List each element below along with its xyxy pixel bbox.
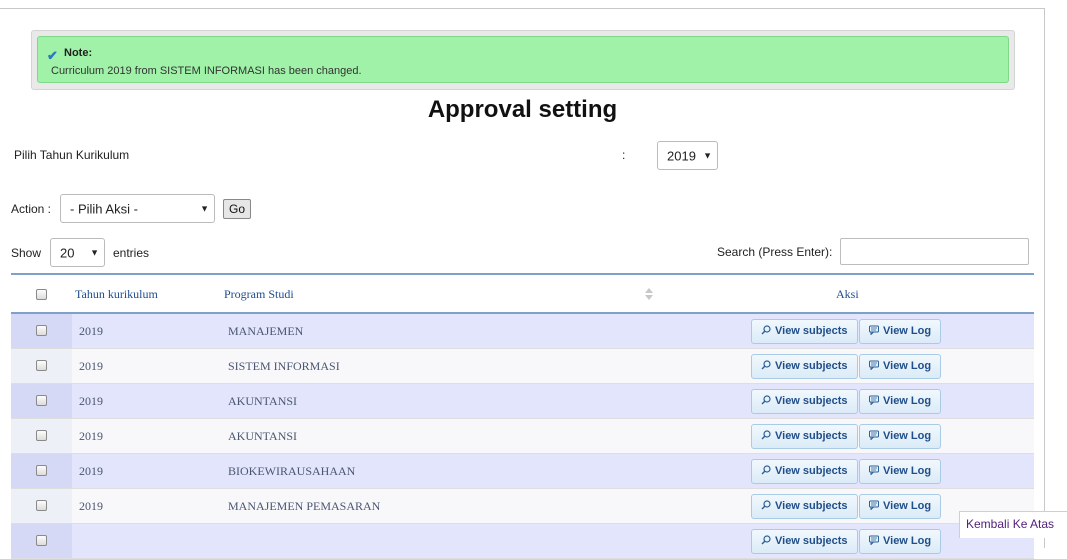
column-header-action: Aksi [836, 287, 859, 301]
year-select[interactable]: 2019 ▼ [657, 141, 718, 170]
view-subjects-button[interactable]: View subjects [751, 459, 858, 484]
search-icon [761, 500, 771, 510]
view-subjects-button[interactable]: View subjects [751, 424, 858, 449]
row-checkbox[interactable] [36, 360, 47, 371]
view-subjects-button[interactable]: View subjects [751, 319, 858, 344]
row-checkbox[interactable] [36, 395, 47, 406]
view-log-label: View Log [883, 395, 932, 407]
comment-icon [869, 430, 879, 441]
year-filter-label: Pilih Tahun Kurikulum [14, 148, 130, 162]
check-icon: ✔ [47, 48, 58, 63]
view-log-button[interactable]: View Log [859, 319, 941, 344]
row-program: MANAJEMEN PEMASARAN [228, 499, 381, 513]
view-subjects-label: View subjects [775, 360, 848, 372]
comment-icon [869, 325, 879, 336]
table-row: View subjects View Log [11, 524, 1034, 559]
row-checkbox[interactable] [36, 535, 47, 546]
approval-table: Tahun kurikulum Program Studi Aksi 2019 M… [11, 273, 1034, 559]
action-label: Action : [11, 202, 52, 216]
chevron-down-icon: ▼ [90, 247, 99, 257]
row-year: 2019 [79, 499, 103, 513]
row-checkbox[interactable] [36, 465, 47, 476]
search-icon [761, 325, 771, 335]
table-row: 2019 SISTEM INFORMASI View subjects View Lo… [11, 349, 1034, 384]
table-row: 2019 AKUNTANSI View subjects View Log [11, 384, 1034, 419]
entries-select-value: 20 [60, 245, 75, 260]
search-icon [761, 465, 771, 475]
view-log-label: View Log [883, 325, 932, 337]
back-to-top-link[interactable]: Kembali Ke Atas [959, 511, 1067, 538]
comment-icon [869, 465, 879, 476]
search-label: Search (Press Enter): [717, 245, 833, 259]
sort-icon[interactable] [644, 287, 654, 301]
view-subjects-button[interactable]: View subjects [751, 354, 858, 379]
view-log-button[interactable]: View Log [859, 529, 941, 554]
entries-select[interactable]: 20 ▼ [50, 238, 105, 267]
note-title: Note: [64, 47, 93, 59]
table-row: 2019 MANAJEMEN View subjects View Log [11, 314, 1034, 349]
view-subjects-button[interactable]: View subjects [751, 494, 858, 519]
view-subjects-button[interactable]: View subjects [751, 389, 858, 414]
row-year: 2019 [79, 429, 103, 443]
action-select-value: - Pilih Aksi - [70, 201, 138, 216]
show-label: Show [11, 246, 42, 260]
year-select-value: 2019 [667, 148, 696, 163]
view-log-label: View Log [883, 430, 932, 442]
search-icon [761, 430, 771, 440]
table-row: 2019 BIOKEWIRAUSAHAAN View subjects View Lo… [11, 454, 1034, 489]
table-header: Tahun kurikulum Program Studi Aksi [11, 273, 1034, 314]
comment-icon [869, 535, 879, 546]
row-year: 2019 [79, 464, 103, 478]
view-log-button[interactable]: View Log [859, 424, 941, 449]
view-subjects-button[interactable]: View subjects [751, 529, 858, 554]
view-subjects-label: View subjects [775, 465, 848, 477]
view-log-button[interactable]: View Log [859, 354, 941, 379]
action-select[interactable]: - Pilih Aksi - ▼ [60, 194, 215, 223]
chevron-down-icon: ▼ [200, 203, 209, 213]
view-log-label: View Log [883, 465, 932, 477]
view-log-label: View Log [883, 535, 932, 547]
comment-icon [869, 500, 879, 511]
note-message: Curriculum 2019 from SISTEM INFORMASI ha… [51, 65, 362, 77]
search-icon [761, 395, 771, 405]
entries-label: entries [113, 246, 150, 260]
view-subjects-label: View subjects [775, 325, 848, 337]
search-icon [761, 360, 771, 370]
view-log-label: View Log [883, 360, 932, 372]
table-row: 2019 AKUNTANSI View subjects View Log [11, 419, 1034, 454]
row-year: 2019 [79, 359, 103, 373]
view-subjects-label: View subjects [775, 500, 848, 512]
column-header-year[interactable]: Tahun kurikulum [75, 275, 158, 314]
view-subjects-label: View subjects [775, 395, 848, 407]
view-subjects-label: View subjects [775, 430, 848, 442]
row-program: MANAJEMEN [228, 324, 304, 338]
row-year: 2019 [79, 324, 103, 338]
row-program: SISTEM INFORMASI [228, 359, 340, 373]
page-title: Approval setting [427, 96, 618, 123]
row-program: AKUNTANSI [228, 394, 298, 408]
view-log-button[interactable]: View Log [859, 494, 941, 519]
select-all-checkbox[interactable] [36, 289, 47, 300]
view-log-button[interactable]: View Log [859, 389, 941, 414]
table-row: 2019 MANAJEMEN PEMASARAN View subjects View… [11, 489, 1034, 524]
view-log-label: View Log [883, 500, 932, 512]
row-checkbox[interactable] [36, 430, 47, 441]
table-body: 2019 MANAJEMEN View subjects View Log 2019 SI… [11, 314, 1034, 559]
comment-icon [869, 395, 879, 406]
search-input[interactable] [840, 238, 1029, 265]
go-button[interactable]: Go [223, 199, 251, 219]
search-icon [761, 535, 771, 545]
view-subjects-label: View subjects [775, 535, 848, 547]
row-program: BIOKEWIRAUSAHAAN [228, 464, 356, 478]
row-program: AKUNTANSI [228, 429, 298, 443]
row-year: 2019 [79, 394, 103, 408]
view-log-button[interactable]: View Log [859, 459, 941, 484]
chevron-down-icon: ▼ [703, 150, 712, 160]
year-filter-colon: : [622, 148, 626, 162]
column-header-program[interactable]: Program Studi [224, 275, 294, 314]
row-checkbox[interactable] [36, 500, 47, 511]
comment-icon [869, 360, 879, 371]
row-checkbox[interactable] [36, 325, 47, 336]
